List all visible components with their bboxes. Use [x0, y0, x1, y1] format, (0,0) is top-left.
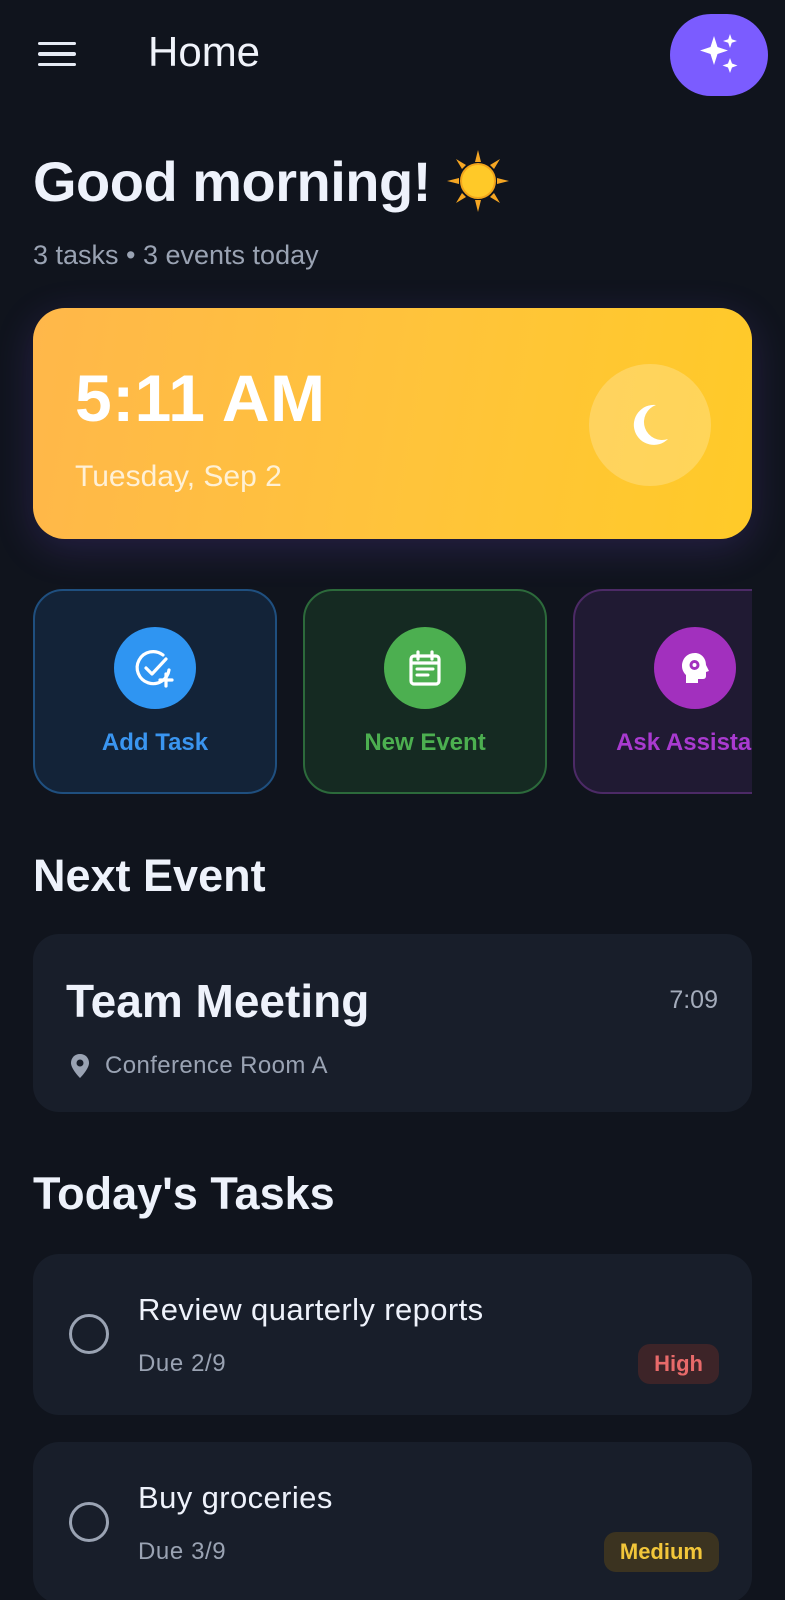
assistant-button[interactable] — [670, 14, 768, 96]
calendar-icon — [409, 650, 441, 686]
current-time: 5:11 AM — [75, 361, 326, 435]
greeting-heading: Good morning! — [33, 148, 511, 214]
page-title: Home — [148, 28, 261, 75]
location-pin-icon — [71, 1054, 89, 1078]
home-screen: Home Good morning! 3 tasks • 3 events to… — [0, 0, 785, 1600]
add-task-icon-circle — [114, 627, 196, 709]
task-checkbox[interactable] — [69, 1314, 109, 1354]
time-card: 5:11 AM Tuesday, Sep 2 — [33, 308, 752, 539]
add-task-icon — [135, 650, 174, 688]
quick-actions-row: Add Task New Event Ask Assista — [33, 589, 752, 794]
add-task-label: Add Task — [101, 729, 209, 756]
priority-badge: High — [638, 1344, 719, 1384]
day-summary: 3 tasks • 3 events today — [33, 240, 319, 270]
task-title: Review quarterly reports — [138, 1292, 484, 1327]
sun-icon — [446, 150, 509, 212]
new-event-label: New Event — [364, 729, 486, 756]
task-title: Buy groceries — [138, 1480, 333, 1515]
event-title: Team Meeting — [66, 975, 370, 1027]
new-event-button[interactable]: New Event — [303, 589, 547, 794]
task-due-date: Due 2/9 — [138, 1350, 227, 1377]
hamburger-menu-icon[interactable] — [30, 32, 84, 76]
top-app-bar: Home — [0, 0, 785, 110]
event-location-text: Conference Room A — [105, 1052, 328, 1079]
event-time: 7:09 — [669, 986, 718, 1014]
add-task-button[interactable]: Add Task — [33, 589, 277, 794]
next-event-heading: Next Event — [33, 850, 266, 901]
moon-icon — [633, 404, 668, 445]
ask-assistant-icon-circle — [654, 627, 736, 709]
new-event-icon-circle — [384, 627, 466, 709]
sparkles-icon — [700, 34, 738, 73]
priority-badge: Medium — [603, 1532, 719, 1572]
todays-tasks-heading: Today's Tasks — [33, 1168, 335, 1219]
moon-badge — [589, 364, 711, 486]
ask-assistant-label: Ask Assistant — [616, 729, 752, 756]
greeting-text: Good morning! — [33, 149, 431, 213]
assistant-head-icon — [682, 653, 709, 683]
next-event-card[interactable]: Team Meeting 7:09 Conference Room A — [33, 934, 752, 1112]
task-checkbox[interactable] — [69, 1502, 109, 1542]
event-location: Conference Room A — [69, 1052, 328, 1080]
ask-assistant-button[interactable]: Ask Assistant — [573, 589, 752, 794]
current-date: Tuesday, Sep 2 — [75, 460, 282, 493]
task-item[interactable]: Buy groceries Due 3/9 Medium — [33, 1442, 752, 1600]
task-due-date: Due 3/9 — [138, 1538, 227, 1565]
task-item[interactable]: Review quarterly reports Due 2/9 High — [33, 1254, 752, 1415]
